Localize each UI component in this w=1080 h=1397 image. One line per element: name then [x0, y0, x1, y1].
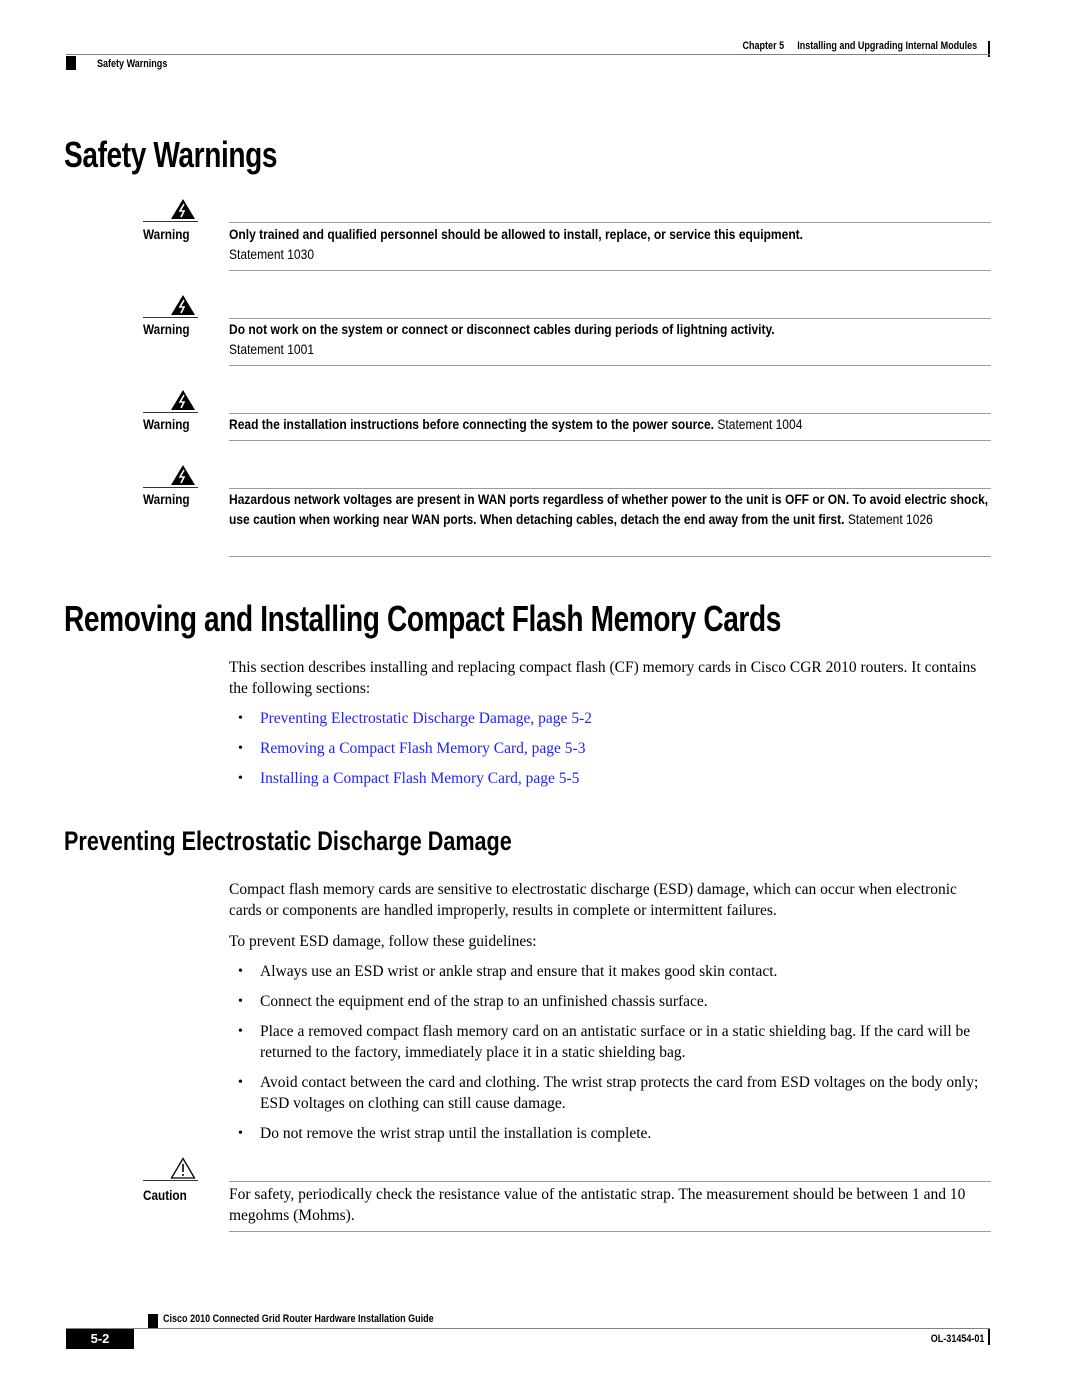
esd-paragraph: Compact flash memory cards are sensitive… — [229, 881, 957, 919]
warning-text: Hazardous network voltages are present i… — [229, 489, 991, 529]
warning-label: Warning — [143, 226, 190, 242]
bullet-icon: • — [238, 1075, 243, 1090]
icon-underline — [143, 412, 198, 413]
footer-bar — [988, 1329, 990, 1345]
bullet-icon: • — [238, 994, 243, 1009]
warning-text: Do not work on the system or connect or … — [229, 319, 991, 359]
warning-top-rule — [229, 222, 991, 223]
footer-rule — [66, 1328, 990, 1329]
warning-electric-icon — [171, 390, 195, 410]
caution-bottom-rule — [229, 1231, 991, 1232]
running-header-section: Safety Warnings — [97, 58, 168, 70]
warning-label: Warning — [143, 416, 190, 432]
warning-statement-bold: Do not work on the system or connect or … — [229, 321, 775, 337]
warning-bottom-rule — [229, 556, 991, 557]
warning-electric-icon — [171, 465, 195, 485]
warning-electric-icon — [171, 199, 195, 219]
guideline-item: Connect the equipment end of the strap t… — [260, 993, 708, 1010]
esd-section-heading: Preventing Electrostatic Discharge Damag… — [64, 826, 512, 856]
warning-label: Warning — [143, 491, 190, 507]
warning-bottom-rule — [229, 440, 991, 441]
document-id: OL-31454-01 — [930, 1333, 984, 1345]
bullet-icon: • — [238, 741, 243, 756]
cf-intro-paragraph: This section describes installing and re… — [229, 659, 977, 697]
link-removing-cf-card[interactable]: Removing a Compact Flash Memory Card, pa… — [260, 738, 992, 759]
warning-label: Warning — [143, 321, 190, 337]
statement-number: Statement 1004 — [717, 416, 803, 432]
icon-underline — [143, 1180, 198, 1181]
icon-underline — [143, 221, 198, 222]
statement-number: Statement 1030 — [229, 246, 315, 262]
bullet-icon: • — [238, 771, 243, 786]
guideline-item: Place a removed compact flash memory car… — [260, 1023, 971, 1061]
chapter-label: Chapter 5 — [742, 40, 784, 52]
running-header-chapter: Chapter 5 Installing and Upgrading Intern… — [742, 40, 977, 52]
header-marker — [66, 56, 76, 70]
bullet-icon: • — [238, 1024, 243, 1039]
guideline-item: Always use an ESD wrist or ankle strap a… — [260, 963, 778, 980]
guideline-item: Do not remove the wrist strap until the … — [260, 1125, 652, 1142]
header-rule — [66, 54, 990, 55]
footer-marker — [148, 1314, 158, 1328]
esd-guidelines-intro: To prevent ESD damage, follow these guid… — [229, 933, 537, 950]
icon-underline — [143, 487, 198, 488]
link-preventing-esd[interactable]: Preventing Electrostatic Discharge Damag… — [260, 708, 992, 729]
footer-guide-title: Cisco 2010 Connected Grid Router Hardwar… — [163, 1313, 434, 1325]
warning-statement-bold: Read the installation instructions befor… — [229, 416, 715, 432]
caution-top-rule — [229, 1181, 991, 1182]
warning-text: Read the installation instructions befor… — [229, 414, 991, 434]
guideline-item: Avoid contact between the card and cloth… — [260, 1074, 979, 1112]
statement-number: Statement 1001 — [229, 341, 315, 357]
statement-number: Statement 1026 — [847, 511, 933, 527]
warning-bottom-rule — [229, 365, 991, 366]
bullet-icon: • — [238, 964, 243, 979]
warning-bottom-rule — [229, 270, 991, 271]
safety-warnings-heading: Safety Warnings — [64, 134, 278, 175]
caution-text: For safety, periodically check the resis… — [229, 1186, 966, 1224]
warning-electric-icon — [171, 295, 195, 315]
caution-triangle-icon — [170, 1157, 196, 1179]
bullet-icon: • — [238, 1126, 243, 1141]
bullet-icon: • — [238, 711, 243, 726]
chapter-title: Installing and Upgrading Internal Module… — [797, 40, 977, 52]
link-installing-cf-card[interactable]: Installing a Compact Flash Memory Card, … — [260, 768, 992, 789]
warning-statement-bold: Only trained and qualified personnel sho… — [229, 226, 804, 242]
cf-section-heading: Removing and Installing Compact Flash Me… — [64, 598, 781, 639]
caution-label: Caution — [143, 1187, 187, 1203]
icon-underline — [143, 317, 198, 318]
warning-text: Only trained and qualified personnel sho… — [229, 224, 991, 264]
page-number: 5-2 — [66, 1329, 134, 1349]
